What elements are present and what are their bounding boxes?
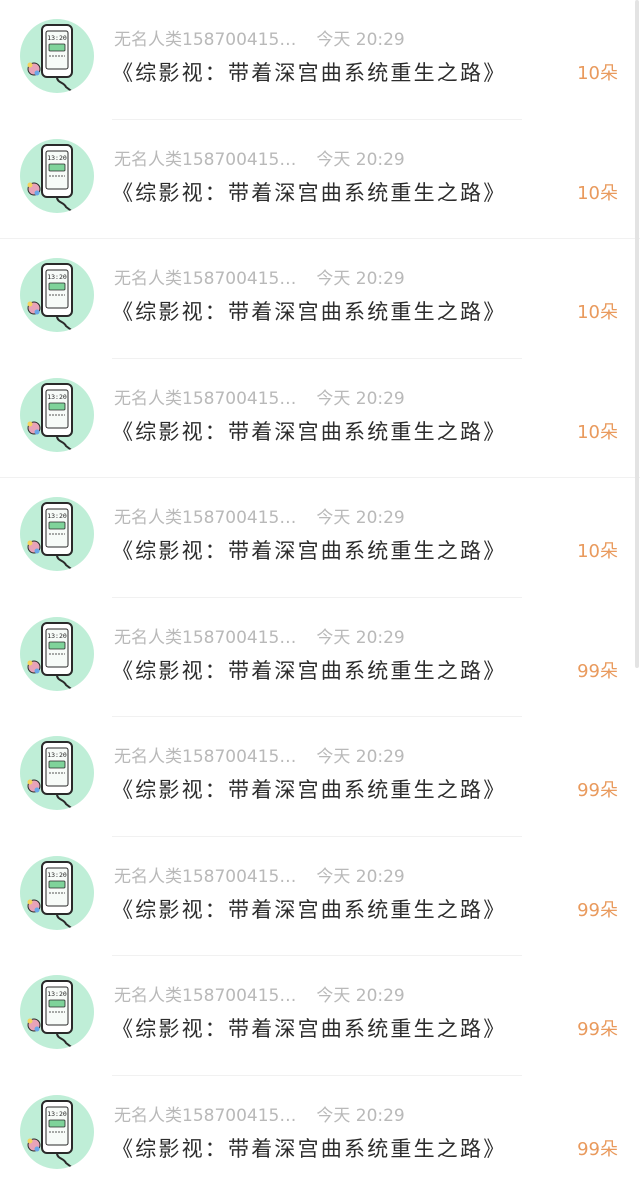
timestamp: 今天 20:29 — [316, 508, 405, 528]
phone-charging-icon: 13:20 — [27, 1099, 75, 1169]
flower-count: 99朵 — [577, 780, 618, 801]
gift-record-list: 13:20 无名人类158700415… 今天 20:29 《综影视：带着深宫曲系统重… — [0, 0, 640, 1182]
meta-line: 无名人类158700415… 今天 20:29 — [114, 745, 405, 769]
book-title[interactable]: 《综影视：带着深宫曲系统重生之路》 — [112, 1134, 506, 1164]
user-avatar[interactable]: 13:20 — [20, 377, 94, 452]
book-title[interactable]: 《综影视：带着深宫曲系统重生之路》 — [112, 417, 506, 447]
flower-count: 10朵 — [577, 302, 618, 323]
timestamp: 今天 20:29 — [316, 986, 405, 1006]
phone-charging-icon: 13:20 — [27, 741, 75, 810]
avatar-screen-time: 13:20 — [47, 154, 67, 162]
user-avatar[interactable]: 13:20 — [20, 1094, 94, 1169]
user-avatar[interactable]: 13:20 — [20, 736, 94, 810]
phone-charging-icon: 13:20 — [27, 621, 75, 691]
author-name[interactable]: 无名人类158700415… — [114, 508, 296, 528]
avatar-screen-time: 13:20 — [47, 393, 67, 401]
list-item[interactable]: 13:20 无名人类158700415… 今天 20:29 《综影视：带着深宫曲系统重… — [0, 0, 640, 120]
meta-line: 无名人类158700415… 今天 20:29 — [114, 984, 405, 1008]
avatar-screen-time: 13:20 — [47, 1110, 67, 1118]
timestamp: 今天 20:29 — [316, 149, 405, 170]
meta-line: 无名人类158700415… 今天 20:29 — [114, 267, 405, 291]
list-item[interactable]: 13:20 无名人类158700415… 今天 20:29 《综影视：带着深宫曲系统重… — [0, 837, 640, 956]
list-item[interactable]: 13:20 无名人类158700415… 今天 20:29 《综影视：带着深宫曲系统重… — [0, 239, 640, 359]
timestamp: 今天 20:29 — [316, 388, 405, 409]
phone-charging-icon: 13:20 — [27, 980, 75, 1049]
timestamp: 今天 20:29 — [316, 747, 405, 767]
flower-count: 99朵 — [577, 899, 618, 921]
phone-charging-icon: 13:20 — [27, 263, 75, 332]
phone-charging-icon: 13:20 — [27, 502, 75, 571]
phone-charging-icon: 13:20 — [27, 143, 75, 213]
list-item[interactable]: 13:20 无名人类158700415… 今天 20:29 《综影视：带着深宫曲系统重… — [0, 717, 640, 837]
user-avatar[interactable]: 13:20 — [20, 855, 94, 930]
avatar-screen-time: 13:20 — [47, 273, 67, 281]
flower-count: 10朵 — [577, 63, 618, 84]
author-name[interactable]: 无名人类158700415… — [114, 150, 296, 170]
timestamp: 今天 20:29 — [316, 269, 405, 289]
list-item[interactable]: 13:20 无名人类158700415… 今天 20:29 《综影视：带着深宫曲系统重… — [0, 359, 640, 478]
avatar-screen-time: 13:20 — [47, 990, 67, 998]
meta-line: 无名人类158700415… 今天 20:29 — [114, 148, 405, 172]
author-name[interactable]: 无名人类158700415… — [114, 747, 296, 767]
user-avatar[interactable]: 13:20 — [20, 138, 94, 213]
user-avatar[interactable]: 13:20 — [20, 975, 94, 1049]
flower-count: 10朵 — [577, 421, 618, 443]
author-name[interactable]: 无名人类158700415… — [114, 269, 296, 289]
book-title[interactable]: 《综影视：带着深宫曲系统重生之路》 — [112, 1014, 506, 1044]
book-title[interactable]: 《综影视：带着深宫曲系统重生之路》 — [112, 297, 506, 327]
meta-line: 无名人类158700415… 今天 20:29 — [114, 506, 405, 530]
flower-count: 99朵 — [577, 1019, 618, 1040]
book-title[interactable]: 《综影视：带着深宫曲系统重生之路》 — [112, 58, 506, 88]
meta-line: 无名人类158700415… 今天 20:29 — [114, 626, 405, 650]
author-name[interactable]: 无名人类158700415… — [114, 1106, 296, 1126]
flower-count: 10朵 — [577, 182, 618, 204]
list-item[interactable]: 13:20 无名人类158700415… 今天 20:29 《综影视：带着深宫曲系统重… — [0, 1076, 640, 1182]
phone-charging-icon: 13:20 — [27, 24, 75, 93]
author-name[interactable]: 无名人类158700415… — [114, 867, 296, 887]
user-avatar[interactable]: 13:20 — [20, 616, 94, 691]
book-title[interactable]: 《综影视：带着深宫曲系统重生之路》 — [112, 656, 506, 686]
avatar-screen-time: 13:20 — [47, 632, 67, 640]
avatar-screen-time: 13:20 — [47, 512, 67, 520]
flower-count: 10朵 — [577, 541, 618, 562]
flower-count: 99朵 — [577, 1138, 618, 1160]
meta-line: 无名人类158700415… 今天 20:29 — [114, 1104, 405, 1128]
meta-line: 无名人类158700415… 今天 20:29 — [114, 387, 405, 411]
book-title[interactable]: 《综影视：带着深宫曲系统重生之路》 — [112, 178, 506, 208]
book-title[interactable]: 《综影视：带着深宫曲系统重生之路》 — [112, 536, 506, 566]
meta-line: 无名人类158700415… 今天 20:29 — [114, 865, 405, 889]
avatar-screen-time: 13:20 — [47, 34, 67, 42]
book-title[interactable]: 《综影视：带着深宫曲系统重生之路》 — [112, 895, 506, 925]
meta-line: 无名人类158700415… 今天 20:29 — [114, 28, 405, 52]
user-avatar[interactable]: 13:20 — [20, 258, 94, 332]
list-item[interactable]: 13:20 无名人类158700415… 今天 20:29 《综影视：带着深宫曲系统重… — [0, 120, 640, 239]
timestamp: 今天 20:29 — [316, 627, 405, 648]
author-name[interactable]: 无名人类158700415… — [114, 389, 296, 409]
phone-charging-icon: 13:20 — [27, 382, 75, 452]
author-name[interactable]: 无名人类158700415… — [114, 986, 296, 1006]
scrollbar[interactable] — [635, 0, 639, 668]
avatar-screen-time: 13:20 — [47, 871, 67, 879]
author-name[interactable]: 无名人类158700415… — [114, 30, 296, 50]
flower-count: 99朵 — [577, 660, 618, 682]
phone-charging-icon: 13:20 — [27, 860, 75, 930]
avatar-screen-time: 13:20 — [47, 751, 67, 759]
timestamp: 今天 20:29 — [316, 30, 405, 50]
user-avatar[interactable]: 13:20 — [20, 497, 94, 571]
timestamp: 今天 20:29 — [316, 866, 405, 887]
list-item[interactable]: 13:20 无名人类158700415… 今天 20:29 《综影视：带着深宫曲系统重… — [0, 598, 640, 717]
author-name[interactable]: 无名人类158700415… — [114, 628, 296, 648]
user-avatar[interactable]: 13:20 — [20, 19, 94, 93]
timestamp: 今天 20:29 — [316, 1105, 405, 1126]
list-item[interactable]: 13:20 无名人类158700415… 今天 20:29 《综影视：带着深宫曲系统重… — [0, 956, 640, 1076]
book-title[interactable]: 《综影视：带着深宫曲系统重生之路》 — [112, 775, 506, 805]
list-item[interactable]: 13:20 无名人类158700415… 今天 20:29 《综影视：带着深宫曲系统重… — [0, 478, 640, 598]
